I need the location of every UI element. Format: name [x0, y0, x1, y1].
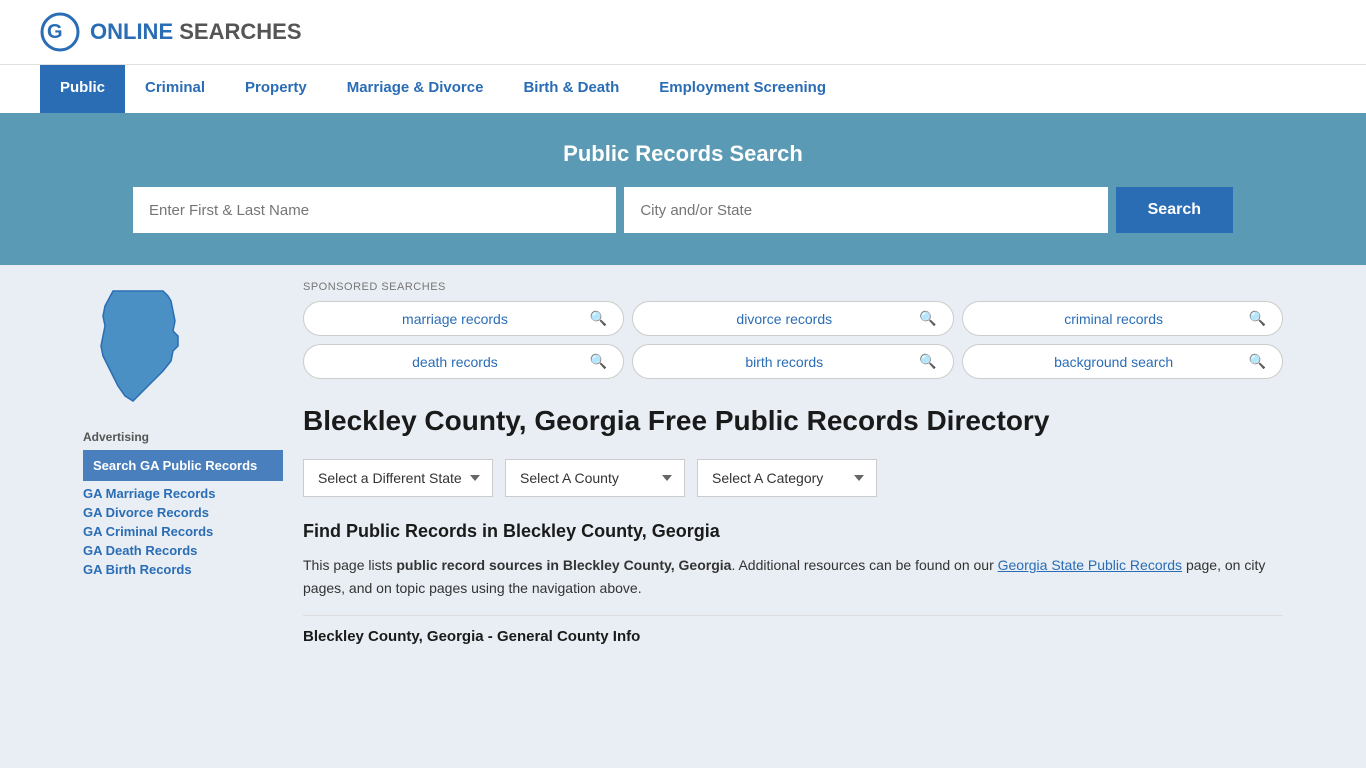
main-nav: Public Criminal Property Marriage & Divo…	[0, 64, 1366, 113]
search-row: Search	[133, 187, 1233, 233]
sponsored-text-death: death records	[320, 354, 590, 370]
logo-brand2: SEARCHES	[179, 19, 301, 44]
svg-text:G: G	[47, 21, 63, 43]
page-title: Bleckley County, Georgia Free Public Rec…	[303, 403, 1283, 439]
find-body-link[interactable]: Georgia State Public Records	[998, 557, 1182, 573]
hero-section: Public Records Search Search	[0, 113, 1366, 265]
city-search-input[interactable]	[624, 187, 1107, 233]
nav-item-employment[interactable]: Employment Screening	[639, 65, 846, 113]
search-icon-marriage: 🔍	[590, 310, 607, 327]
search-icon-divorce: 🔍	[919, 310, 936, 327]
sponsored-text-marriage: marriage records	[320, 311, 590, 327]
sponsored-item-marriage[interactable]: marriage records 🔍	[303, 301, 624, 336]
sidebar: Advertising Search GA Public Records GA …	[83, 281, 283, 645]
name-search-input[interactable]	[133, 187, 616, 233]
find-heading: Find Public Records in Bleckley County, …	[303, 521, 1283, 542]
content-area: SPONSORED SEARCHES marriage records 🔍 di…	[303, 281, 1283, 645]
nav-item-marriage-divorce[interactable]: Marriage & Divorce	[327, 65, 504, 113]
section-divider	[303, 615, 1283, 616]
sidebar-link-death[interactable]: GA Death Records	[83, 543, 197, 558]
sidebar-ad-highlight[interactable]: Search GA Public Records	[83, 450, 283, 481]
sponsored-grid: marriage records 🔍 divorce records 🔍 cri…	[303, 301, 1283, 379]
nav-item-public[interactable]: Public	[40, 65, 125, 113]
nav-item-property[interactable]: Property	[225, 65, 327, 113]
sponsored-text-criminal: criminal records	[979, 311, 1249, 327]
sidebar-link-birth[interactable]: GA Birth Records	[83, 562, 192, 577]
main-wrapper: Advertising Search GA Public Records GA …	[63, 265, 1303, 661]
state-map	[83, 281, 283, 414]
search-icon-death: 🔍	[590, 353, 607, 370]
georgia-map-svg	[83, 281, 203, 411]
sponsored-item-background[interactable]: background search 🔍	[962, 344, 1283, 379]
search-icon-birth: 🔍	[919, 353, 936, 370]
sponsored-item-birth[interactable]: birth records 🔍	[632, 344, 953, 379]
general-info-heading: Bleckley County, Georgia - General Count…	[303, 628, 1283, 645]
find-body-text2: . Additional resources can be found on o…	[731, 557, 997, 573]
sponsored-label: SPONSORED SEARCHES	[303, 281, 1283, 293]
hero-title: Public Records Search	[40, 141, 1326, 167]
sponsored-item-divorce[interactable]: divorce records 🔍	[632, 301, 953, 336]
logo-brand: ONLINE	[90, 19, 173, 44]
find-body: This page lists public record sources in…	[303, 554, 1283, 599]
sidebar-ad-label: Advertising	[83, 430, 283, 444]
sidebar-link-marriage[interactable]: GA Marriage Records	[83, 486, 215, 501]
nav-item-criminal[interactable]: Criminal	[125, 65, 225, 113]
sidebar-link-divorce[interactable]: GA Divorce Records	[83, 505, 209, 520]
state-dropdown[interactable]: Select a Different State	[303, 459, 493, 497]
nav-item-birth-death[interactable]: Birth & Death	[503, 65, 639, 113]
logo-icon: G	[40, 12, 80, 52]
sponsored-text-background: background search	[979, 354, 1249, 370]
find-body-text1: This page lists	[303, 557, 396, 573]
category-dropdown[interactable]: Select A Category	[697, 459, 877, 497]
logo[interactable]: G ONLINE SEARCHES	[40, 12, 302, 52]
sponsored-text-birth: birth records	[649, 354, 919, 370]
county-dropdown[interactable]: Select A County	[505, 459, 685, 497]
find-body-bold: public record sources in Bleckley County…	[396, 557, 731, 573]
sidebar-link-criminal[interactable]: GA Criminal Records	[83, 524, 213, 539]
sidebar-links: GA Marriage Records GA Divorce Records G…	[83, 485, 283, 577]
site-header: G ONLINE SEARCHES	[0, 0, 1366, 64]
sponsored-item-criminal[interactable]: criminal records 🔍	[962, 301, 1283, 336]
search-icon-background: 🔍	[1249, 353, 1266, 370]
search-icon-criminal: 🔍	[1249, 310, 1266, 327]
sponsored-text-divorce: divorce records	[649, 311, 919, 327]
dropdowns-row: Select a Different State Select A County…	[303, 459, 1283, 497]
logo-text: ONLINE SEARCHES	[90, 19, 302, 45]
search-button[interactable]: Search	[1116, 187, 1233, 233]
sponsored-item-death[interactable]: death records 🔍	[303, 344, 624, 379]
